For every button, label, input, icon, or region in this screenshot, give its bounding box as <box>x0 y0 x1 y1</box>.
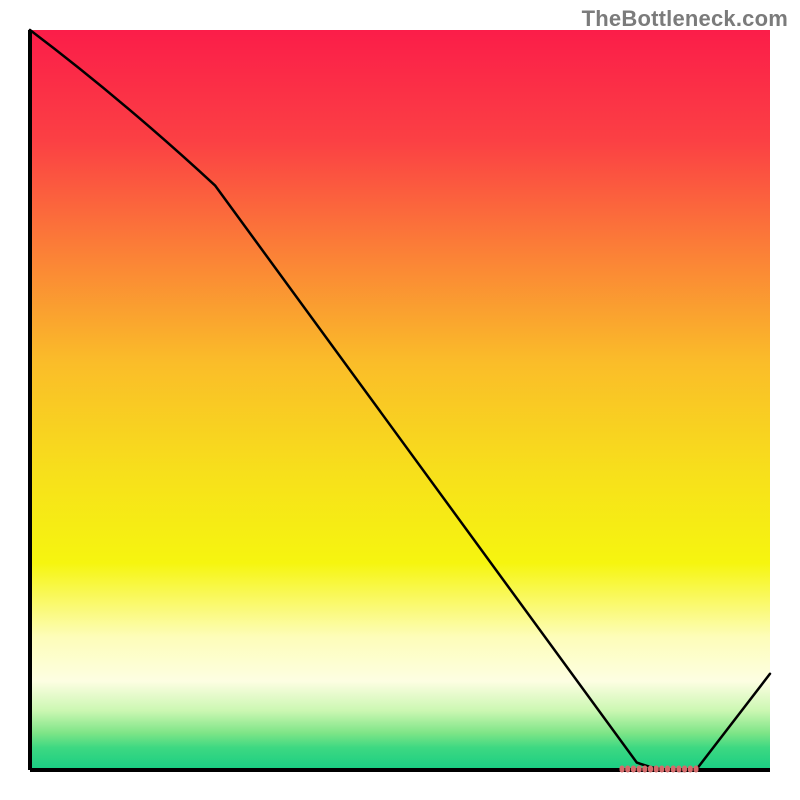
bottleneck-chart <box>0 0 800 800</box>
chart-container: TheBottleneck.com <box>0 0 800 800</box>
plot-background <box>30 30 770 770</box>
watermark-text: TheBottleneck.com <box>582 6 788 32</box>
